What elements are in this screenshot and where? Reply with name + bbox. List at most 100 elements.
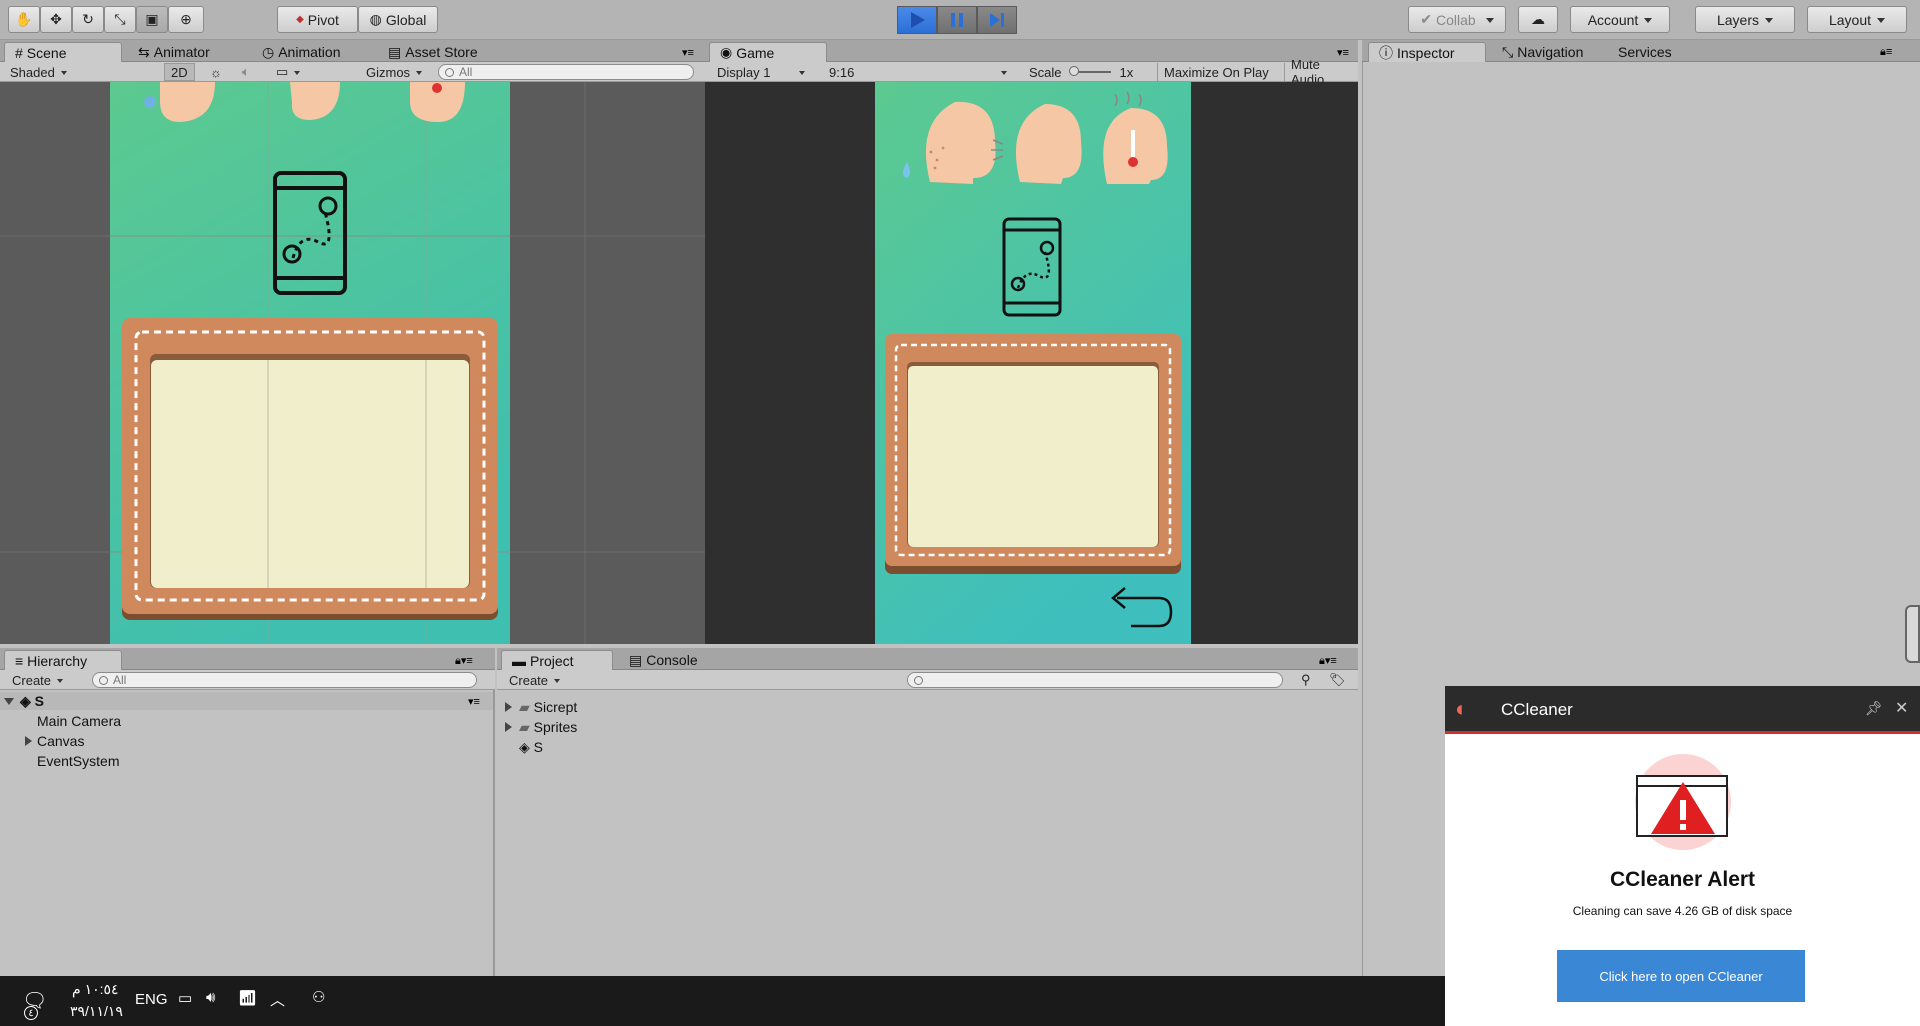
aspect-dropdown[interactable]: 9:16: [823, 63, 1013, 81]
scene-search-placeholder: All: [459, 65, 473, 79]
expand-canvas-icon[interactable]: [25, 736, 32, 746]
panel-menu-icon[interactable]: ▾≡: [682, 46, 694, 59]
notification-badge: ٤: [24, 1006, 38, 1020]
audio-toggle[interactable]: 🔈︎: [236, 63, 256, 81]
lighting-toggle[interactable]: ☼: [204, 63, 228, 81]
tab-scene-label: Scene: [26, 44, 67, 61]
play-button[interactable]: [897, 6, 937, 34]
scale-tool-button[interactable]: ⤡: [104, 6, 136, 33]
close-icon[interactable]: ✕: [1895, 698, 1908, 718]
tab-inspector[interactable]: ⓘ Inspector: [1368, 42, 1486, 62]
project-item-sprites[interactable]: ▰ Sprites: [519, 719, 577, 736]
filter-label-button[interactable]: 🏷︎: [1323, 671, 1352, 689]
layers-dropdown[interactable]: Layers: [1695, 6, 1795, 33]
shading-mode-dropdown[interactable]: Shaded: [4, 63, 154, 81]
rect-tool-button[interactable]: ▣: [136, 6, 168, 33]
hierarchy-search-input[interactable]: All: [92, 672, 477, 688]
project-tree: ▰ Sicrept ▰ Sprites ◈ S: [497, 690, 1358, 976]
chevron-up-icon[interactable]: ︿: [270, 989, 285, 1010]
tab-services[interactable]: Services: [1608, 42, 1682, 62]
game-view[interactable]: [705, 82, 1358, 644]
scene-subbar: Shaded 2D ☼ 🔈︎ ▭ Gizmos All: [0, 62, 705, 82]
scale-control: Scale 1x: [1023, 63, 1139, 81]
pin-icon[interactable]: 📌︎: [1865, 700, 1883, 717]
tab-animation[interactable]: ◷ Animation: [252, 42, 350, 62]
tab-project-label: Project: [530, 652, 574, 669]
transform-tool-button[interactable]: ⊕: [168, 6, 204, 33]
tab-hierarchy[interactable]: ≡ Hierarchy: [4, 650, 122, 670]
tab-project[interactable]: ▬ Project: [501, 650, 613, 670]
volume-icon[interactable]: 🔊︎: [206, 989, 215, 1006]
hierarchy-item-eventsystem[interactable]: EventSystem: [37, 753, 119, 769]
tab-animator[interactable]: ⇆ Animator: [128, 42, 220, 62]
hierarchy-item-main-camera[interactable]: Main Camera: [37, 713, 121, 729]
tab-game[interactable]: ◉ Game: [709, 42, 827, 62]
grid-icon: #: [15, 44, 23, 61]
open-ccleaner-button[interactable]: Click here to open CCleaner: [1557, 950, 1805, 1002]
hierarchy-item-canvas[interactable]: Canvas: [37, 733, 84, 749]
people-icon[interactable]: ⚇: [312, 988, 325, 1006]
project-create-dropdown[interactable]: Create: [503, 671, 566, 689]
tab-asset-store-label: Asset Store: [405, 44, 478, 60]
scale-slider-handle[interactable]: [1069, 66, 1079, 76]
step-icon: [990, 13, 1004, 27]
scene-row[interactable]: [0, 692, 493, 710]
hierarchy-create-dropdown[interactable]: Create: [6, 671, 69, 689]
account-dropdown[interactable]: Account: [1570, 6, 1670, 33]
expand-sprites-icon[interactable]: [505, 722, 512, 732]
scene-view[interactable]: [0, 82, 705, 644]
tab-scene[interactable]: # Scene: [4, 42, 122, 62]
tab-asset-store[interactable]: ▤ Asset Store: [378, 42, 488, 62]
project-item-scene[interactable]: ◈ S: [519, 739, 543, 756]
tab-console[interactable]: ▤ Console: [619, 650, 708, 670]
collab-label: Collab: [1436, 11, 1476, 28]
scene-name[interactable]: ◈ S: [20, 693, 44, 710]
warning-icon: [1635, 754, 1731, 850]
mute-audio-toggle[interactable]: Mute Audio: [1284, 57, 1358, 87]
layout-dropdown[interactable]: Layout: [1807, 6, 1907, 33]
side-scroll-handle[interactable]: [1905, 605, 1920, 663]
mode-2d-toggle[interactable]: 2D: [164, 63, 195, 81]
project-item-sicrept[interactable]: ▰ Sicrept: [519, 699, 577, 716]
tab-navigation[interactable]: ⤡ Navigation: [1492, 42, 1593, 62]
game-canvas: [875, 82, 1191, 644]
hierarchy-subbar: Create All: [0, 670, 495, 690]
project-tabbar: ▬ Project ▤ Console 🔒︎▾≡: [497, 648, 1358, 670]
globe-icon: ◍: [369, 11, 382, 27]
project-item-sicrept-label: Sicrept: [533, 699, 578, 715]
hierarchy-menu-icon[interactable]: 🔒︎▾≡: [455, 654, 473, 668]
pause-button[interactable]: [937, 6, 977, 34]
open-ccleaner-button-label: Click here to open CCleaner: [1599, 968, 1763, 984]
move-tool-button[interactable]: ✥: [40, 6, 72, 33]
hand-tool-button[interactable]: ✋: [8, 6, 40, 33]
step-button[interactable]: [977, 6, 1017, 34]
display-dropdown[interactable]: Display 1: [711, 63, 811, 81]
maximize-on-play-toggle[interactable]: Maximize On Play: [1157, 63, 1275, 81]
wifi-icon[interactable]: 📶︎: [238, 989, 257, 1007]
pivot-toggle[interactable]: ◆ Pivot: [277, 6, 358, 33]
expand-scene-icon[interactable]: [4, 698, 14, 705]
scale-value: 1x: [1119, 64, 1134, 80]
filter-type-button[interactable]: ⚲: [1295, 671, 1317, 689]
filter-icon: ⚲: [1301, 672, 1311, 687]
battery-icon[interactable]: ▭: [178, 989, 192, 1007]
collab-dropdown[interactable]: ✔ Collab: [1408, 6, 1506, 33]
global-toggle[interactable]: ◍ Global: [358, 6, 438, 33]
effects-dropdown[interactable]: ▭: [270, 63, 306, 81]
scene-options-icon[interactable]: ▾≡: [468, 695, 480, 708]
expand-sicrept-icon[interactable]: [505, 702, 512, 712]
gizmos-dropdown[interactable]: Gizmos: [360, 63, 428, 81]
cloud-button[interactable]: ☁: [1518, 6, 1558, 33]
clock-date[interactable]: ٣٩/١١/١٩: [70, 1003, 123, 1020]
lock-icon[interactable]: 🔒︎≡: [1880, 46, 1892, 59]
transform-icon: ⊕: [180, 11, 192, 27]
rotate-tool-button[interactable]: ↻: [72, 6, 104, 33]
language-indicator[interactable]: ENG: [135, 991, 168, 1008]
project-menu-icon[interactable]: 🔒︎▾≡: [1319, 654, 1337, 668]
project-search-input[interactable]: [907, 672, 1283, 688]
scene-search-input[interactable]: All: [438, 64, 694, 80]
store-icon: ▤: [388, 43, 402, 60]
pivot-label: Pivot: [307, 11, 339, 28]
rect-icon: ▣: [145, 11, 159, 27]
clock-time[interactable]: ١٠:٥٤ م: [72, 981, 119, 998]
